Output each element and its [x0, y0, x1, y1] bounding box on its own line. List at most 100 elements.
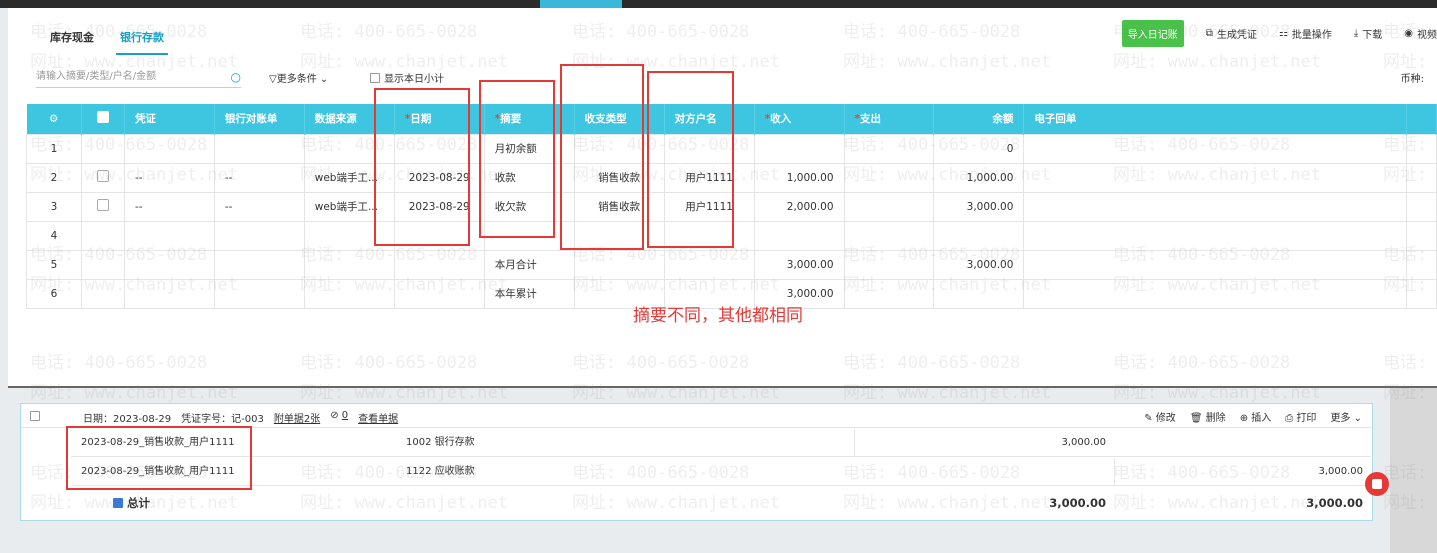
voucher-header: 日期：2023-08-29 凭证字号：记-003 附单据2张 ⊘ 0 查看单据 …: [21, 404, 1372, 428]
cell-e-receipt: [1023, 249, 1407, 280]
printer-icon: ⎙: [1285, 413, 1297, 424]
cell-e-receipt: [1023, 191, 1407, 222]
filter-icon: ▽: [269, 74, 277, 85]
cell-balance: 0: [933, 133, 1025, 164]
cell-voucher: [123, 249, 215, 280]
floating-chat-icon[interactable]: [1365, 472, 1389, 496]
more-button[interactable]: 更多 ⌄: [1330, 409, 1362, 424]
column-settings-icon[interactable]: ⚙: [26, 104, 82, 134]
top-tab-accent: [540, 0, 622, 8]
cell-voucher: --: [123, 191, 215, 222]
col-extra: [1406, 104, 1437, 134]
cell-data-source: [303, 278, 395, 309]
generate-voucher-button[interactable]: ⧉ 生成凭证: [1206, 26, 1257, 41]
highlight-summary-column: [479, 80, 555, 238]
cell-bank-statement: --: [213, 162, 305, 193]
cell-bank-statement: [213, 249, 305, 280]
voucher-checkbox[interactable]: [30, 411, 40, 424]
checkbox[interactable]: [96, 170, 109, 182]
insert-button[interactable]: ⊕ 插入: [1240, 409, 1272, 424]
tab-bank-deposit[interactable]: 银行存款: [116, 29, 168, 55]
checkbox[interactable]: [96, 199, 109, 211]
voucher-line: 2023-08-29_销售收款_用户1111 1002 银行存款 3,000.0…: [71, 429, 1371, 457]
cell-extra: [1405, 191, 1437, 222]
voucher-number: 凭证字号：记-003: [181, 414, 264, 425]
voucher-icon: ⧉: [1205, 28, 1213, 39]
table-row[interactable]: 5 本月合计 3,000.00 3,000.00: [26, 249, 1437, 280]
voucher-line: 2023-08-29_销售收款_用户1111 1122 应收账款 3,000.0…: [71, 458, 1371, 486]
col-balance: 余额: [933, 104, 1025, 134]
cell-extra: [1405, 220, 1437, 251]
cell-voucher: [123, 133, 215, 164]
line-debit: 3,000.00: [854, 429, 1114, 457]
trash-icon: 🗑: [1189, 413, 1206, 424]
cell-expense: [843, 162, 935, 193]
total-debit: 3,000.00: [1049, 496, 1106, 510]
cell-balance: [933, 278, 1025, 309]
voucher-info: 日期：2023-08-29 凭证字号：记-003 附单据2张 ⊘ 0 查看单据: [83, 410, 398, 425]
attachments-link[interactable]: 附单据2张: [274, 410, 320, 425]
show-daily-subtotal-checkbox[interactable]: 显示本日小计: [370, 70, 444, 85]
row-checkbox: [80, 191, 125, 222]
print-button[interactable]: ⎙ 打印: [1285, 409, 1316, 424]
right-gutter: [1390, 388, 1437, 553]
view-document-link[interactable]: 查看单据: [358, 410, 398, 425]
highlight-date-column: [374, 88, 470, 246]
cell-voucher: [123, 278, 215, 309]
cell-bank-statement: --: [213, 191, 305, 222]
cell-e-receipt: [1023, 133, 1407, 164]
voucher-total-row: 总计 3,000.00 3,000.00: [71, 489, 1371, 517]
video-button[interactable]: ◉ 视频: [1404, 26, 1437, 41]
currency-label: 币种:: [1400, 74, 1424, 85]
col-e-receipt: 电子回单: [1023, 104, 1407, 134]
line-account: 1122 应收账款: [406, 466, 475, 477]
edit-icon: ✎: [1144, 413, 1156, 424]
cell-income: [753, 133, 845, 164]
highlight-voucher-summary: [66, 426, 252, 490]
search-input[interactable]: 请输入摘要/类型/户名/金额 ○: [36, 66, 241, 88]
edit-button[interactable]: ✎ 修改: [1144, 409, 1176, 424]
select-all-checkbox[interactable]: [81, 104, 125, 134]
link-count[interactable]: ⊘ 0: [330, 410, 348, 425]
row-checkbox: [80, 133, 125, 164]
cell-bank-statement: [213, 220, 305, 251]
cell-voucher: --: [123, 162, 215, 193]
total-label: 总计: [113, 489, 150, 517]
cell-bank-statement: [213, 133, 305, 164]
search-icon[interactable]: ○: [231, 66, 241, 88]
batch-operation-button[interactable]: ⚏ 批量操作: [1279, 26, 1332, 41]
cell-expense: [843, 278, 935, 309]
download-button[interactable]: ⤓ 下载: [1354, 26, 1382, 41]
cell-type: [573, 249, 665, 280]
play-icon: ◉: [1404, 28, 1413, 39]
row-number: 4: [26, 220, 82, 251]
more-conditions-button[interactable]: ▽更多条件 ⌄: [269, 70, 328, 85]
journal-panel: 库存现金 银行存款 导入日记账 ⧉ 生成凭证 ⚏ 批量操作 ⤓ 下载 ◉ 视频 请输入摘…: [8, 8, 1437, 388]
top-strip: [0, 0, 1437, 8]
cell-income: 3,000.00: [753, 249, 845, 280]
toolbar: 导入日记账 ⧉ 生成凭证 ⚏ 批量操作 ⤓ 下载 ◉ 视频: [1121, 20, 1437, 47]
highlight-type-column: [560, 64, 644, 250]
cell-income: 2,000.00: [753, 191, 845, 222]
batch-icon: ⚏: [1278, 28, 1288, 39]
cell-extra: [1405, 162, 1437, 193]
delete-button[interactable]: 🗑 删除: [1190, 409, 1226, 424]
cell-voucher: [123, 220, 215, 251]
total-icon: [113, 498, 123, 508]
line-account: 1002 银行存款: [406, 437, 475, 448]
link-icon: ⊘: [330, 410, 342, 421]
cell-bank-statement: [213, 278, 305, 309]
cell-extra: [1405, 278, 1437, 309]
cell-party: [663, 249, 755, 280]
row-number: 1: [26, 133, 82, 164]
cell-extra: [1405, 133, 1437, 164]
cell-e-receipt: [1023, 278, 1407, 309]
highlight-party-column: [647, 71, 734, 248]
cell-balance: 3,000.00: [933, 249, 1025, 280]
checkbox[interactable]: [370, 72, 380, 83]
col-expense: *支出: [844, 104, 935, 134]
col-bank-statement: 银行对账单: [214, 104, 305, 134]
import-journal-button[interactable]: 导入日记账: [1121, 20, 1184, 47]
cell-extra: [1405, 249, 1437, 280]
tab-cash[interactable]: 库存现金: [50, 29, 94, 55]
